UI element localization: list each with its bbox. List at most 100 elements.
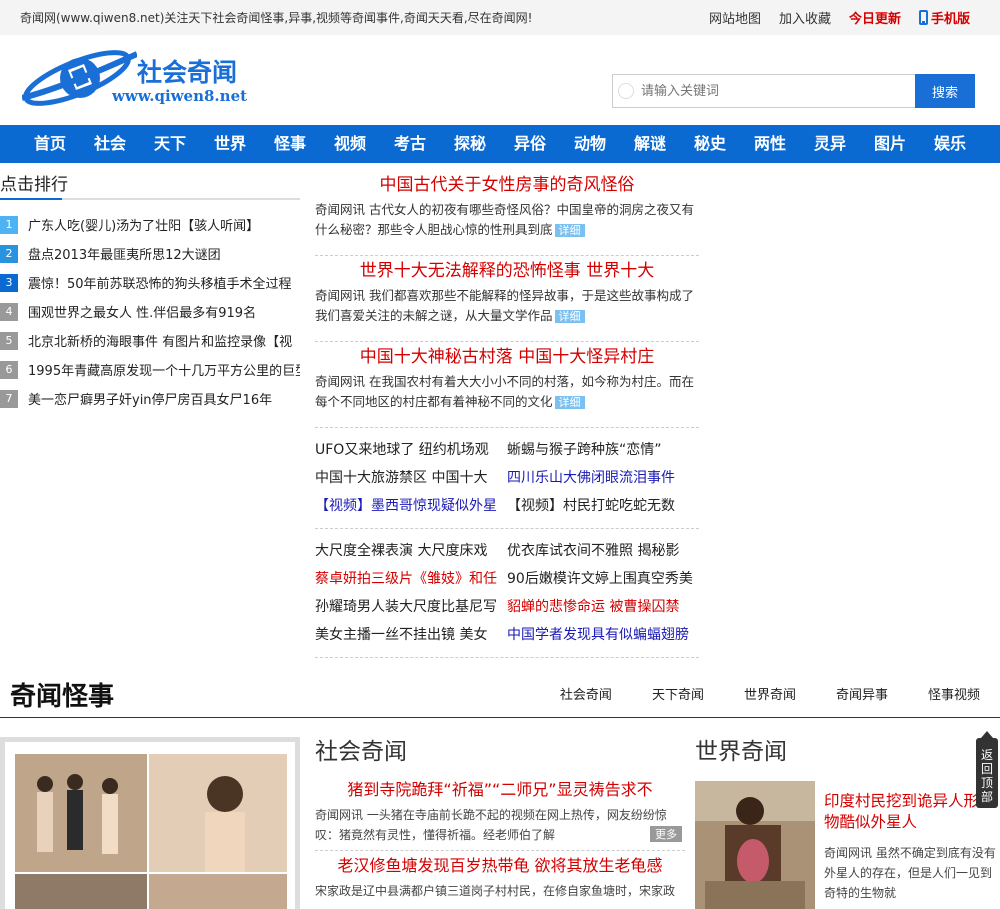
rank-number: 1 (0, 215, 18, 234)
nav-item[interactable]: 灵异 (800, 125, 860, 163)
headline-link[interactable]: 貂蝉的悲惨命运 被曹操囚禁 (507, 593, 699, 621)
article-summary: 奇闻网讯 在我国农村有着大大小小不同的村落，如今称为村庄。而在每个不同地区的村庄… (315, 372, 699, 413)
ranking-item[interactable]: 7 美一恋尸癖男子奸yin停尸房百具女尸16年 (0, 384, 300, 413)
logo-name: 社会奇闻 (137, 58, 238, 87)
section-tabs: 社会奇闻 天下奇闻 世界奇闻 奇闻异事 怪事视频 (560, 684, 980, 703)
search-button[interactable]: 搜索 (915, 74, 975, 108)
rank-number: 7 (0, 389, 18, 408)
social-news-headline[interactable]: 老汉修鱼塘发现百岁热带龟 欲将其放生老龟感 (315, 851, 685, 881)
ranking-item-title: 美一恋尸癖男子奸yin停尸房百具女尸16年 (28, 393, 273, 408)
ranking-item-title: 震惊！50年前苏联恐怖的狗头移植手术全过程 (28, 277, 292, 292)
top-bar: 奇闻网(www.qiwen8.net)关注天下社会奇闻怪事,异事,视频等奇闻事件… (0, 0, 1000, 35)
nav-item[interactable]: 世界 (200, 125, 260, 163)
section-header: 奇闻怪事 社会奇闻 天下奇闻 世界奇闻 奇闻异事 怪事视频 (0, 670, 1000, 718)
mobile-label: 手机版 (930, 12, 970, 27)
headline-link[interactable]: 中国十大旅游禁区 中国十大 (315, 464, 507, 492)
photo-image (15, 754, 287, 909)
headline-grid-2: 大尺度全裸表演 大尺度床戏 优衣库试衣间不雅照 揭秘影 蔡卓妍拍三级片《雏妓》和任 9… (315, 529, 699, 658)
section-tab[interactable]: 社会奇闻 (560, 684, 612, 703)
article-summary-text: 奇闻网讯 我们都喜欢那些不能解释的怪异故事，于是这些故事构成了我们喜爱关注的未解… (315, 288, 694, 323)
main-nav: 首页 社会 天下 世界 怪事 视频 考古 探秘 异俗 动物 解谜 秘史 两性 灵异 图片 娱乐 (0, 125, 1000, 163)
ranking-item-title: 围观世界之最女人 性.伴侣最多有919名 (28, 306, 257, 321)
ranking-list: 1 广东人吃(婴儿)汤为了壮阳【骇人听闻】 2 盘点2013年最匪夷所思12大谜团 3 震… (0, 210, 300, 413)
rank-number: 4 (0, 302, 18, 321)
today-updates-link[interactable]: 今日更新 (849, 8, 901, 27)
nav-item[interactable]: 娱乐 (920, 125, 980, 163)
nav-item[interactable]: 解谜 (620, 125, 680, 163)
headline-link[interactable]: 大尺度全裸表演 大尺度床戏 (315, 537, 507, 565)
featured-photo[interactable] (15, 754, 287, 909)
nav-item[interactable]: 两性 (740, 125, 800, 163)
social-news-headline[interactable]: 猪到寺院跪拜“祈福”“二师兄”显灵祷告求不 (315, 775, 685, 805)
nav-item[interactable]: 怪事 (260, 125, 320, 163)
social-news-item: 猪到寺院跪拜“祈福”“二师兄”显灵祷告求不 奇闻网讯 一头猪在寺庙前长跪不起的视… (315, 775, 685, 851)
top-links: 网站地图 加入收藏 今日更新 手机版 (709, 8, 970, 27)
world-news-thumbnail[interactable] (695, 781, 815, 909)
section-tab[interactable]: 天下奇闻 (652, 684, 704, 703)
rank-number: 3 (0, 273, 18, 292)
nav-item[interactable]: 天下 (140, 125, 200, 163)
ranking-item[interactable]: 4 围观世界之最女人 性.伴侣最多有919名 (0, 297, 300, 326)
ranking-item[interactable]: 6 1995年青藏高原发现一个十几万平方公里的巨型 (0, 355, 300, 384)
search-icon (618, 83, 634, 99)
ranking-item-title: 广东人吃(婴儿)汤为了壮阳【骇人听闻】 (28, 219, 260, 234)
headline-grid-1: UFO又来地球了 纽约机场观 蜥蜴与猴子跨种族“恋情” 中国十大旅游禁区 中国十大四… (315, 428, 699, 529)
nav-item[interactable]: 视频 (320, 125, 380, 163)
article-title[interactable]: 中国古代关于女性房事的奇风怪俗 (315, 170, 699, 200)
nav-item[interactable]: 图片 (860, 125, 920, 163)
ranking-item[interactable]: 1 广东人吃(婴儿)汤为了壮阳【骇人听闻】 (0, 210, 300, 239)
featured-article: 中国十大神秘古村落 中国十大怪异村庄 奇闻网讯 在我国农村有着大大小小不同的村落，… (315, 342, 699, 428)
ranking-item[interactable]: 3 震惊！50年前苏联恐怖的狗头移植手术全过程 (0, 268, 300, 297)
social-news-title: 社会奇闻 (315, 739, 407, 765)
search-input[interactable] (612, 74, 915, 108)
nav-item[interactable]: 探秘 (440, 125, 500, 163)
headline-link[interactable]: 中国学者发现具有似蝙蝠翅膀 (507, 621, 699, 649)
article-title[interactable]: 中国十大神秘古村落 中国十大怪异村庄 (315, 342, 699, 372)
social-news-summary: 奇闻网讯 一头猪在寺庙前长跪不起的视频在网上热传，网友纷纷惊叹：猪竟然有灵性，懂… (315, 808, 667, 842)
nav-item[interactable]: 动物 (560, 125, 620, 163)
ranking-item-title: 北京北新桥的海眼事件 有图片和监控录像【视 (28, 335, 293, 350)
details-button[interactable]: 详细 (554, 224, 585, 237)
section-title: 奇闻怪事 (10, 682, 115, 712)
ranking-item[interactable]: 5 北京北新桥的海眼事件 有图片和监控录像【视 (0, 326, 300, 355)
sitemap-link[interactable]: 网站地图 (709, 8, 761, 27)
headline-link[interactable]: 四川乐山大佛闭眼流泪事件 (507, 464, 699, 492)
headline-link[interactable]: 蔡卓妍拍三级片《雏妓》和任 (315, 565, 507, 593)
ranking-item[interactable]: 2 盘点2013年最匪夷所思12大谜团 (0, 239, 300, 268)
add-favorite-link[interactable]: 加入收藏 (779, 8, 831, 27)
nav-item[interactable]: 社会 (80, 125, 140, 163)
logo-url: www.qiwen8.net (112, 87, 248, 105)
details-button[interactable]: 详细 (554, 396, 585, 409)
social-news-column: 社会奇闻 猪到寺院跪拜“祈福”“二师兄”显灵祷告求不 奇闻网讯 一头猪在寺庙前长… (315, 735, 685, 906)
article-summary-text: 奇闻网讯 在我国农村有着大大小小不同的村落，如今称为村庄。而在每个不同地区的村庄… (315, 374, 694, 409)
details-button[interactable]: 详细 (554, 310, 585, 323)
section-tab[interactable]: 世界奇闻 (744, 684, 796, 703)
headline-link[interactable]: 优衣库试衣间不雅照 揭秘影 (507, 537, 699, 565)
search-bar: 搜索 (612, 74, 975, 108)
article-summary: 奇闻网讯 古代女人的初夜有哪些奇怪风俗？中国皇帝的洞房之夜又有什么秘密？那些令人… (315, 200, 699, 241)
phone-icon (918, 10, 928, 25)
more-button[interactable]: 更多 (650, 826, 682, 842)
section-tab[interactable]: 奇闻异事 (836, 684, 888, 703)
world-news-headline[interactable]: 印度村民挖到诡异人形生物酷似外星人 (824, 791, 1000, 833)
section-tab[interactable]: 怪事视频 (928, 684, 980, 703)
article-title[interactable]: 世界十大无法解释的恐怖怪事 世界十大 (315, 256, 699, 286)
ranking-item-title: 盘点2013年最匪夷所思12大谜团 (28, 248, 221, 263)
mobile-version-link[interactable]: 手机版 (918, 8, 970, 27)
headline-link[interactable]: 美女主播一丝不挂出镜 美女 (315, 621, 507, 649)
nav-item[interactable]: 秘史 (680, 125, 740, 163)
site-logo[interactable]: 社会奇闻 www.qiwen8.net (22, 48, 262, 110)
ranking-title: 点击排行 (0, 170, 300, 200)
nav-item[interactable]: 异俗 (500, 125, 560, 163)
nav-item[interactable]: 首页 (20, 125, 80, 163)
headline-link[interactable]: 蜥蜴与猴子跨种族“恋情” (507, 436, 699, 464)
headline-link[interactable]: UFO又来地球了 纽约机场观 (315, 436, 507, 464)
nav-item[interactable]: 考古 (380, 125, 440, 163)
headline-link[interactable]: 【视频】村民打蛇吃蛇无数 (507, 492, 699, 520)
social-news-summary: 宋家政是辽中县满都户镇三道岗子村村民，在修自家鱼塘时，宋家政 (315, 884, 676, 898)
back-to-top-button[interactable]: 返回顶部 (976, 731, 998, 808)
headline-link[interactable]: 孙耀琦男人装大尺度比基尼写 (315, 593, 507, 621)
featured-article: 世界十大无法解释的恐怖怪事 世界十大 奇闻网讯 我们都喜欢那些不能解释的怪异故事，… (315, 256, 699, 342)
headline-link[interactable]: 【视频】墨西哥惊现疑似外星 (315, 492, 507, 520)
headline-link[interactable]: 90后嫩模许文婷上围真空秀美 (507, 565, 699, 593)
